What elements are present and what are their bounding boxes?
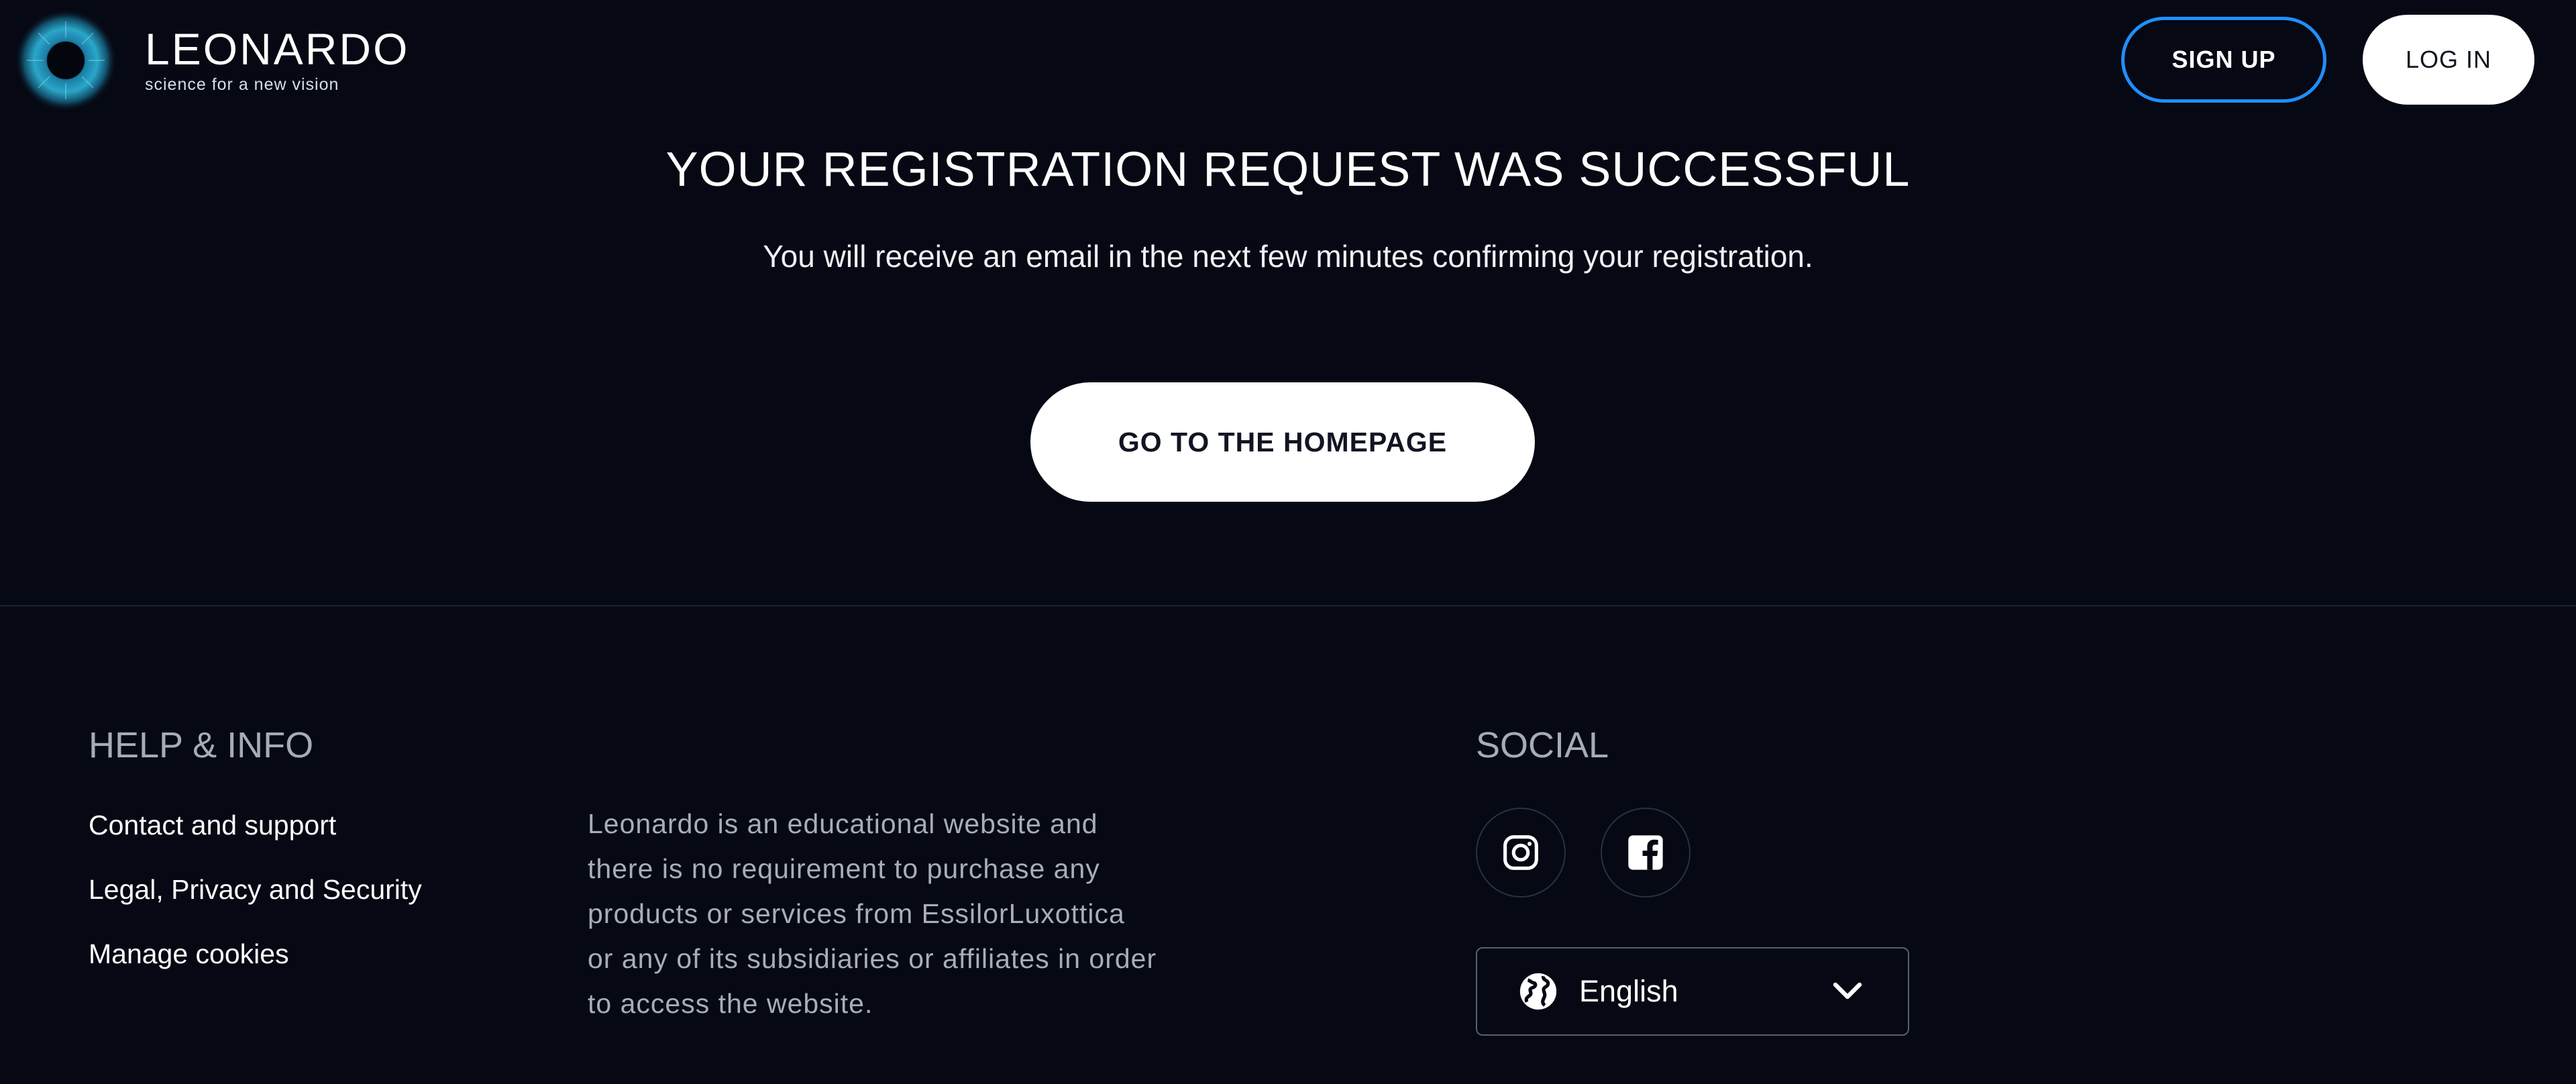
facebook-button[interactable] xyxy=(1601,808,1690,898)
contact-support-link[interactable]: Contact and support xyxy=(89,805,422,869)
facebook-icon xyxy=(1628,835,1663,870)
help-links-list: Contact and support Legal, Privacy and S… xyxy=(89,805,422,998)
disclaimer-text: Leonardo is an educational website and t… xyxy=(588,808,1157,1019)
social-heading: SOCIAL xyxy=(1476,725,1609,765)
leonardo-logo[interactable]: LEONARDO science for a new vision xyxy=(13,7,409,114)
page-title: YOUR REGISTRATION REQUEST WAS SUCCESSFUL xyxy=(665,143,1911,197)
log-in-button[interactable]: LOG IN xyxy=(2363,15,2534,105)
sign-up-button[interactable]: SIGN UP xyxy=(2121,17,2326,103)
brand-tagline: science for a new vision xyxy=(145,74,339,94)
brand-name: LEONARDO xyxy=(145,23,410,74)
help-info-heading: HELP & INFO xyxy=(89,725,314,765)
go-to-homepage-button[interactable]: GO TO THE HOMEPAGE xyxy=(1030,382,1535,502)
logo-text: LEONARDO science for a new vision xyxy=(145,27,409,95)
eye-logo-icon xyxy=(15,9,117,111)
footer-divider xyxy=(0,605,2576,606)
language-label: English xyxy=(1579,974,1678,1008)
legal-privacy-security-link[interactable]: Legal, Privacy and Security xyxy=(89,869,422,934)
chevron-down-icon xyxy=(1833,982,1862,999)
confirmation-message: You will receive an email in the next fe… xyxy=(763,239,1813,274)
globe-icon xyxy=(1519,973,1557,1010)
instagram-icon xyxy=(1503,835,1538,870)
instagram-button[interactable] xyxy=(1476,808,1566,898)
manage-cookies-link[interactable]: Manage cookies xyxy=(89,934,422,998)
language-select[interactable]: English xyxy=(1476,947,1909,1036)
site-header: LEONARDO science for a new vision SIGN U… xyxy=(0,0,2576,127)
